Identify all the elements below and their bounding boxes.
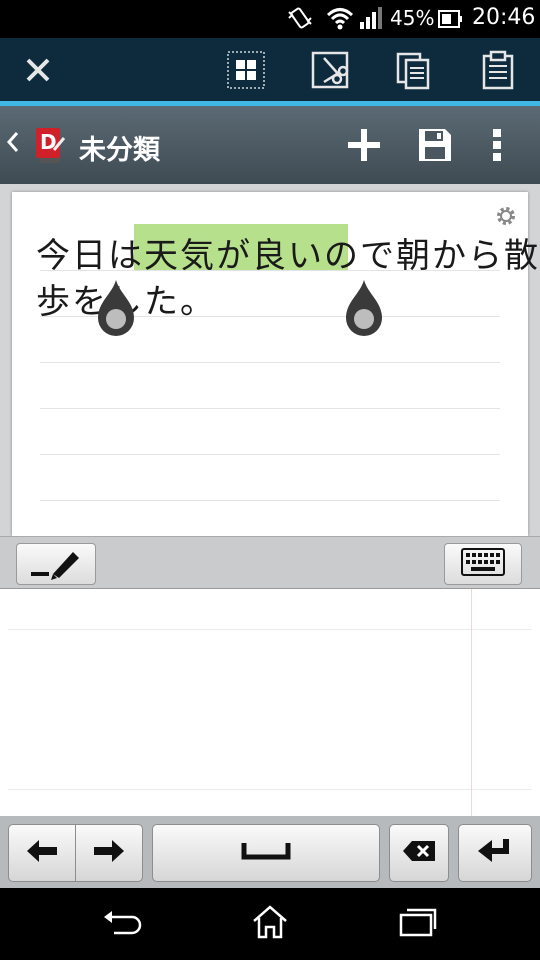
ruled-line: [40, 500, 500, 501]
note-text-after: 朝から散: [396, 236, 540, 276]
cursor-left-key[interactable]: [8, 824, 76, 882]
nav-recents-button[interactable]: [388, 902, 448, 946]
pen-button[interactable]: [16, 543, 96, 585]
title-bar: D 未分類: [0, 106, 540, 184]
copy-button[interactable]: [390, 48, 438, 96]
save-button[interactable]: [412, 124, 458, 170]
nav-home-button[interactable]: [240, 902, 300, 946]
backspace-key[interactable]: [389, 824, 449, 882]
close-button[interactable]: [14, 48, 62, 96]
back-chevron-icon[interactable]: [6, 130, 20, 160]
add-button[interactable]: [341, 124, 387, 170]
selection-start-handle[interactable]: [96, 280, 136, 338]
enter-icon: [476, 837, 514, 869]
note-area: 今日は天気が良いので朝から散 歩をした。: [0, 184, 540, 536]
back-icon: [102, 907, 142, 941]
app-logo-letter: D: [40, 130, 57, 154]
space-key[interactable]: [152, 824, 380, 882]
folder-title: 未分類: [79, 135, 160, 166]
clock: 20:46: [472, 5, 536, 30]
enter-key[interactable]: [458, 824, 532, 882]
overflow-menu-icon: [491, 127, 503, 167]
input-tools-bar: [0, 536, 540, 588]
note-line-1[interactable]: 今日は天気が良いので朝から散: [36, 228, 540, 277]
arrow-left-icon: [25, 838, 59, 868]
vibrate-icon: [286, 6, 314, 36]
note-text-selected: 天気が良いので: [144, 236, 396, 276]
ruled-line: [40, 408, 500, 409]
recent-apps-icon: [399, 907, 437, 941]
keyboard-icon: [461, 548, 505, 580]
note-text-before: 今日は: [36, 236, 144, 276]
close-icon: [24, 56, 52, 88]
save-icon: [417, 127, 453, 167]
home-icon: [252, 905, 288, 943]
signal-icon: [358, 6, 384, 36]
copy-icon: [394, 50, 434, 94]
ruled-line: [40, 362, 500, 363]
keyboard-button[interactable]: [444, 543, 522, 585]
select-all-icon: [226, 50, 266, 94]
pen-icon: [29, 544, 83, 584]
pad-guide-line: [8, 789, 532, 790]
app-logo-icon[interactable]: D: [34, 128, 66, 164]
cursor-right-key[interactable]: [75, 824, 143, 882]
ruled-line: [40, 454, 500, 455]
selection-action-bar: [0, 38, 540, 106]
overflow-menu-button[interactable]: [474, 124, 520, 170]
pad-guide-line: [8, 629, 532, 630]
selection-end-handle[interactable]: [344, 280, 384, 338]
battery-icon: [438, 9, 464, 33]
nav-back-button[interactable]: [92, 902, 152, 946]
select-all-button[interactable]: [222, 48, 270, 96]
cut-button[interactable]: [306, 48, 354, 96]
space-icon: [241, 841, 291, 865]
system-nav-bar: [0, 888, 540, 960]
status-bar: 45% 20:46: [0, 0, 540, 38]
paste-button[interactable]: [474, 48, 522, 96]
cut-icon: [310, 50, 350, 94]
backspace-icon: [402, 840, 436, 866]
add-icon: [346, 127, 382, 167]
paste-icon: [478, 50, 518, 94]
handwriting-pad[interactable]: [0, 588, 540, 817]
battery-percent: 45%: [390, 6, 435, 30]
wifi-icon: [326, 6, 354, 36]
arrow-right-icon: [92, 838, 126, 868]
note-paper[interactable]: 今日は天気が良いので朝から散 歩をした。: [12, 192, 538, 536]
pad-margin-line: [471, 589, 472, 817]
keyboard-key-row: [0, 816, 540, 888]
